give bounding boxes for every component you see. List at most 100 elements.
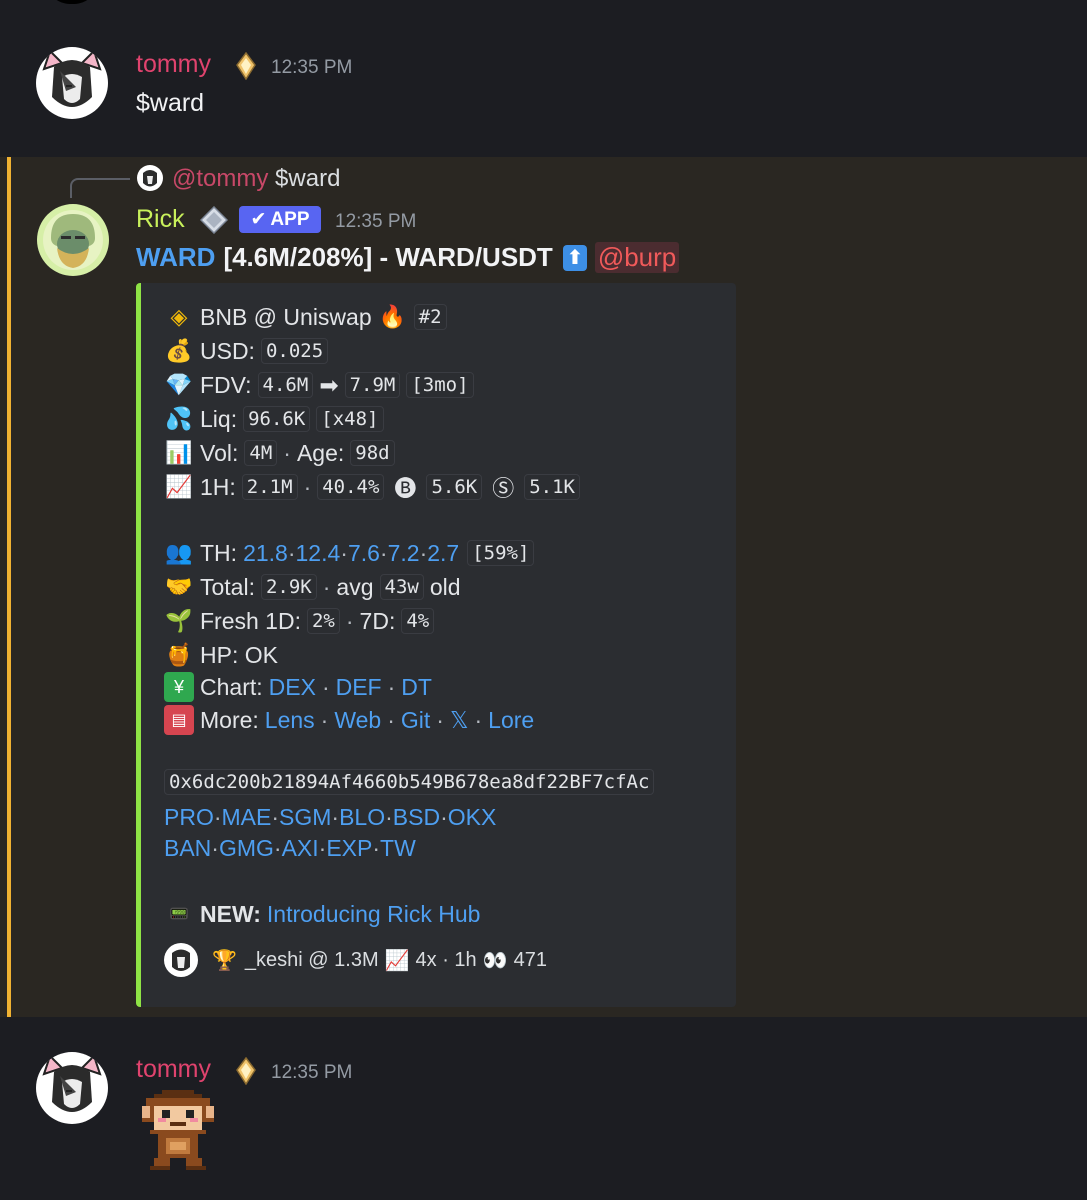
news-link[interactable]: Introducing Rick Hub (267, 901, 481, 928)
th-value[interactable]: 2.7 (427, 540, 459, 567)
th-value[interactable]: 7.2 (388, 540, 420, 567)
reply-mention[interactable]: @tommy (172, 165, 268, 192)
bot-link[interactable]: AXI (282, 835, 319, 862)
role-icon (234, 51, 258, 81)
toolbox-icon: ▤ (164, 705, 194, 735)
fdv-from: 4.6M (257, 372, 314, 398)
more-link-web[interactable]: Web (334, 707, 381, 734)
address-row: 0x6dc200b21894Af4660b549B678ea8df22BF7cf… (164, 769, 655, 795)
monkey-sticker[interactable] (142, 1090, 214, 1174)
message-content: $ward (136, 89, 205, 117)
bar-chart-icon: 📊 (165, 440, 193, 465)
token-link[interactable]: WARD (136, 242, 215, 273)
th-label: TH: (200, 539, 238, 566)
honeypot-icon: 🍯 (165, 642, 193, 667)
more-link-git[interactable]: Git (401, 707, 430, 734)
contract-address[interactable]: 0x6dc200b21894Af4660b549B678ea8df22BF7cf… (164, 769, 655, 795)
pager-icon: 📟 (169, 906, 189, 923)
bot-link[interactable]: SGM (279, 804, 331, 831)
footer-avatar (164, 943, 198, 977)
up-arrow-icon: ⬆ (562, 244, 587, 271)
reply-connector (70, 178, 130, 198)
handshake-icon: 🤝 (165, 574, 193, 599)
bot-link[interactable]: MAE (222, 804, 272, 831)
reply-avatar[interactable] (137, 165, 163, 191)
chart-link-dt[interactable]: DT (401, 674, 432, 701)
bot-role-icon (199, 205, 229, 235)
honeypot-row: 🍯 HP: OK (164, 640, 278, 670)
chart-link-def[interactable]: DEF (336, 674, 382, 701)
separator-dot: · (211, 835, 219, 861)
more-link-x[interactable]: 𝕏 (450, 707, 469, 734)
separator-dot: · (474, 706, 483, 733)
buy-b-icon: 🅑 (394, 476, 417, 501)
bot-link[interactable]: OKX (448, 804, 497, 831)
eyes-icon: 👀 (482, 950, 508, 972)
th-value[interactable]: 21.8 (243, 540, 288, 567)
embed-footer: 🏆 _keshi @ 1.3M 📈 4x · 1h 👀 471 (212, 948, 547, 973)
fresh-7d-value: 4% (401, 608, 435, 634)
separator-dot: · (440, 804, 448, 830)
liq-row: 💦 Liq: 96.6K [x48] (164, 404, 384, 434)
bot-link[interactable]: BLO (339, 804, 385, 831)
message-timestamp: 12:35 PM (271, 57, 353, 78)
th-value[interactable]: 12.4 (296, 540, 341, 567)
fdv-row: 💎 FDV: 4.6M ➡ 7.9M [3mo] (164, 370, 474, 400)
th-value[interactable]: 7.6 (348, 540, 380, 567)
separator-dot: · (387, 706, 395, 733)
mention-burp[interactable]: @burp (594, 242, 680, 273)
vol-row: 📊 Vol: 4M · Age: 98d (164, 438, 395, 468)
reply-preview[interactable]: @tommy $ward (172, 165, 340, 193)
old-label: old (429, 573, 461, 600)
fdv-to: 7.9M (344, 372, 401, 398)
previous-avatar-partial (46, 0, 98, 4)
hp-text: HP: OK (200, 641, 278, 668)
h1-change: 40.4% (317, 474, 385, 500)
more-row: ▤ More: Lens · Web · Git · 𝕏 · Lore (164, 705, 534, 735)
rick-avatar[interactable] (37, 204, 109, 276)
bot-link[interactable]: BSD (393, 804, 440, 831)
avg-value: 43w (379, 574, 424, 600)
more-link-lens[interactable]: Lens (265, 707, 315, 734)
bnb-icon: ◈ (170, 304, 188, 329)
liq-multiplier: [x48] (316, 406, 384, 432)
more-link-lore[interactable]: Lore (488, 707, 534, 734)
trophy-icon: 🏆 (212, 950, 237, 972)
bot-link[interactable]: GMG (219, 835, 274, 862)
total-value: 2.9K (260, 574, 317, 600)
chain-text: BNB @ Uniswap (200, 303, 372, 330)
bot-link[interactable]: TW (380, 835, 416, 862)
separator-dot: · (345, 607, 354, 634)
separator-dot: · (372, 835, 381, 861)
fire-icon: 🔥 (378, 304, 407, 329)
footer-views: 471 (513, 949, 547, 971)
bot-link[interactable]: EXP (326, 835, 372, 862)
th-total: [59%] (467, 540, 535, 566)
tommy-avatar[interactable] (36, 47, 108, 119)
separator-dot: · (331, 804, 340, 830)
fresh-7d-label: 7D: (359, 607, 396, 634)
holders-icon: 👥 (165, 540, 193, 565)
bots-row-2: BAN · GMG · AXI · EXP · TW (164, 835, 416, 862)
new-label: NEW: (200, 900, 261, 927)
message-author[interactable]: tommy (136, 1055, 211, 1084)
separator-dot: · (320, 706, 329, 733)
title-rest: [4.6M/208%] - WARD/USDT (223, 242, 553, 272)
fdv-label: FDV: (200, 371, 252, 398)
arrow-right-icon: ➡ (319, 371, 339, 398)
bot-author[interactable]: Rick (136, 205, 185, 234)
money-bag-icon: 💰 (165, 338, 193, 363)
h1-label: 1H: (200, 473, 236, 500)
bot-link[interactable]: PRO (164, 804, 214, 831)
separator-dot: · (321, 673, 330, 700)
buy-value: 5.6K (426, 474, 483, 500)
bots-row-1: PRO · MAE · SGM · BLO · BSD · OKX (164, 804, 496, 831)
message-author[interactable]: tommy (136, 50, 211, 79)
tommy-avatar[interactable] (36, 1052, 108, 1124)
age-label: Age: (296, 439, 345, 466)
chart-link-dex[interactable]: DEX (269, 674, 316, 701)
bot-link[interactable]: BAN (164, 835, 211, 862)
rank-code: #2 (413, 304, 447, 330)
separator-dot: · (287, 539, 296, 566)
separator-dot: · (273, 835, 282, 861)
